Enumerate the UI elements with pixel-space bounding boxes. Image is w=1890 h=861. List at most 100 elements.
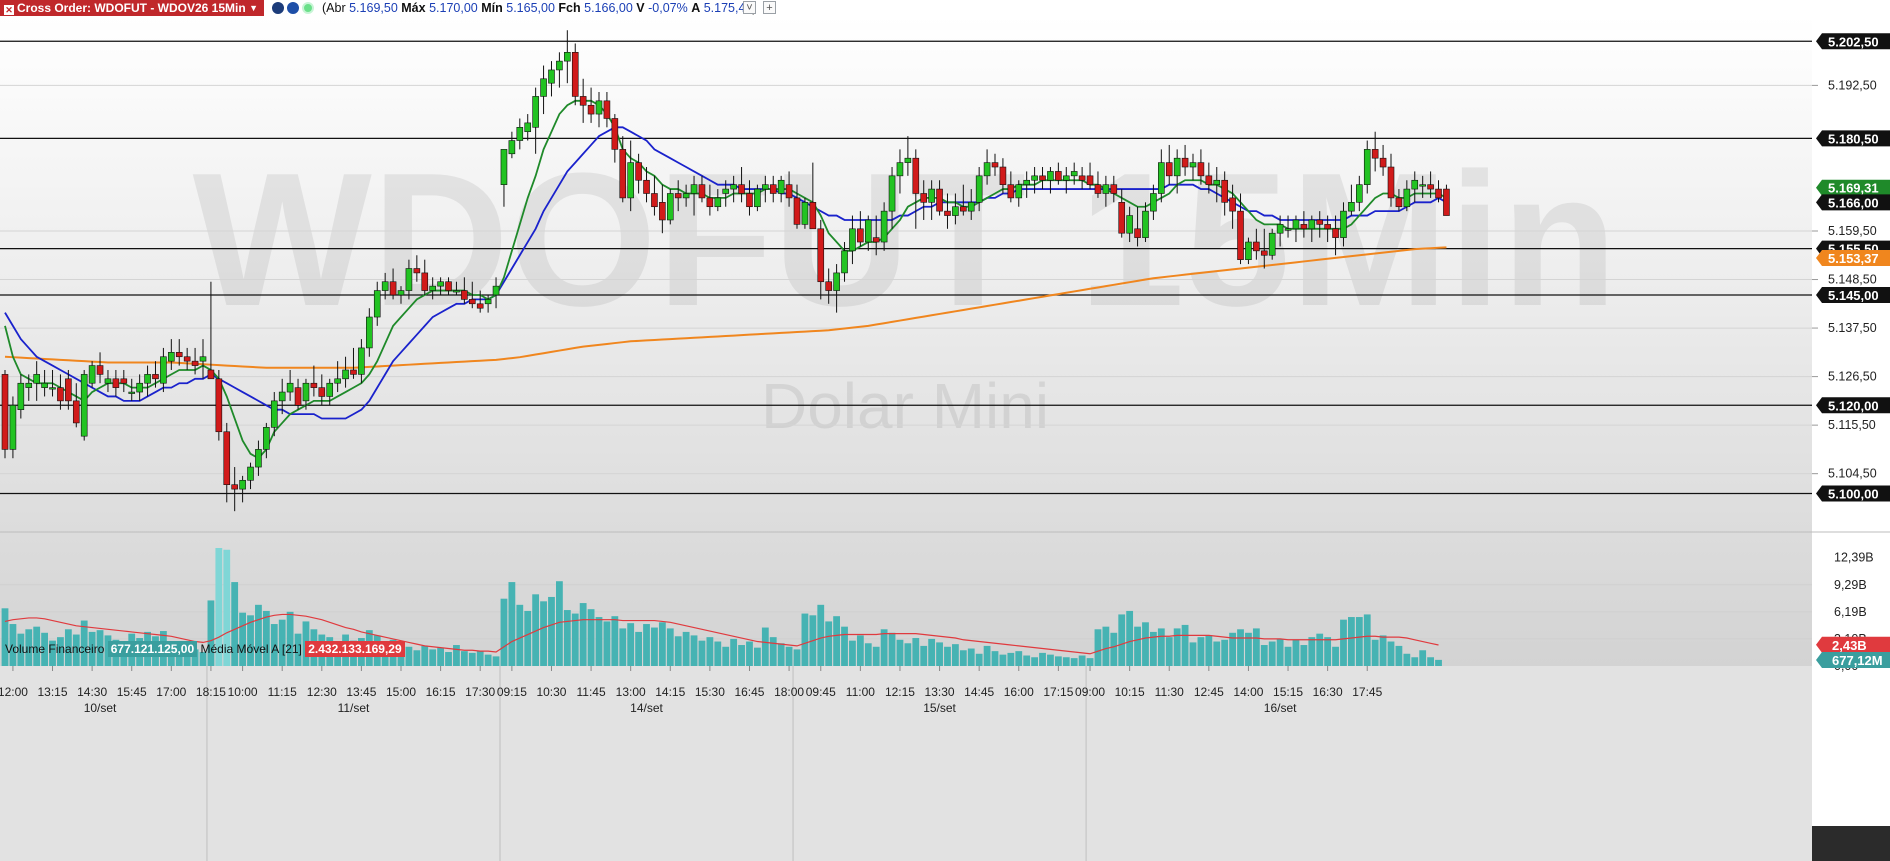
candle-body (1395, 197, 1403, 208)
candle-body (595, 100, 603, 115)
candle-body (191, 360, 199, 366)
volume-bar (714, 641, 722, 666)
candle-body (1110, 184, 1118, 194)
candle-body (1316, 219, 1324, 225)
volume-bar (880, 629, 888, 666)
candle-body (1007, 184, 1015, 199)
candle-body (841, 250, 848, 274)
volume-bar (888, 632, 896, 666)
candle-body (587, 104, 595, 115)
volume-bar (548, 596, 555, 666)
candle-body (1308, 219, 1316, 230)
candle-body (286, 382, 294, 393)
volume-bar (856, 635, 864, 666)
candle-body (247, 466, 254, 481)
candle-body (1094, 184, 1102, 194)
candle-body (461, 290, 468, 300)
candle-body (1, 374, 9, 450)
candle-body (144, 374, 151, 384)
watermark-name: Dolar Mini (761, 370, 1049, 442)
volume-bar (1126, 610, 1134, 666)
candle-body (1419, 184, 1426, 187)
candle-body (445, 281, 452, 291)
date-label: 15/set (923, 701, 956, 715)
volume-legend: Volume Financeiro 677.121.125,00 Média M… (5, 641, 405, 657)
candle-body (350, 369, 357, 375)
candle-body (342, 369, 349, 380)
candle-body (817, 228, 825, 283)
time-tick-label: 14:30 (77, 685, 107, 699)
candle-body (1403, 188, 1411, 208)
candle-body (263, 427, 270, 450)
volume-bar (658, 622, 666, 666)
candle-body (1229, 197, 1236, 212)
volume-bar (1205, 635, 1213, 666)
candle-body (1411, 179, 1419, 190)
time-tick-label: 13:30 (925, 685, 955, 699)
volume-bar (817, 604, 825, 666)
candle-body (912, 157, 920, 194)
volume-bar (1054, 656, 1062, 666)
volume-ma-badge: 2.432.133.169,29 (305, 641, 405, 657)
volume-bar (262, 610, 270, 666)
volume-bar (1023, 655, 1031, 666)
volume-bar (460, 651, 468, 666)
volume-bar (1134, 626, 1141, 666)
time-tick-label: 17:30 (465, 685, 495, 699)
candle-body (421, 272, 429, 291)
volume-bar (991, 651, 999, 666)
candle-body (1181, 157, 1189, 168)
volume-bar (1324, 637, 1332, 666)
candle-body (1268, 232, 1276, 256)
volume-bar (833, 616, 840, 666)
candle-body (936, 188, 943, 212)
candle-body (540, 78, 547, 97)
volume-bar (1078, 655, 1086, 666)
volume-bar (682, 631, 690, 666)
volume-bar (769, 637, 777, 666)
volume-bar (841, 626, 848, 666)
volume-bar (627, 623, 635, 666)
candle-body (888, 175, 896, 212)
volume-bar (872, 646, 880, 666)
volume-bar (1340, 619, 1347, 666)
candle-body (666, 193, 674, 221)
candle-body (1387, 166, 1395, 199)
candle-body (548, 69, 555, 84)
candle-body (373, 290, 381, 318)
candle-body (1197, 162, 1205, 177)
candle-body (1150, 193, 1157, 212)
candle (666, 189, 674, 225)
price-tag-label: 5.169,31 (1828, 181, 1879, 196)
volume-bar (761, 627, 769, 666)
candle-body (579, 96, 587, 106)
candle-body (215, 378, 223, 433)
candle-body (310, 382, 318, 388)
candle-body (175, 352, 183, 358)
volume-bar (1031, 657, 1038, 666)
candle-body (627, 162, 634, 199)
price-level-label: 5.202,50 (1828, 34, 1879, 49)
time-tick-label: 15:45 (117, 685, 147, 699)
volume-bar (1387, 641, 1395, 666)
candle-body (722, 188, 730, 194)
candle-body (65, 378, 72, 402)
volume-bar (864, 643, 872, 666)
time-tick-label: 13:45 (346, 685, 376, 699)
volume-bar (516, 604, 524, 666)
candle-body (112, 378, 120, 388)
time-tick-label: 11:45 (577, 685, 606, 699)
candle-body (1055, 171, 1062, 181)
candle-body (825, 281, 832, 291)
date-label: 14/set (630, 701, 663, 715)
volume-bar (1181, 624, 1189, 666)
volume-bar (1007, 652, 1015, 666)
price-volume-chart[interactable]: WDOFUT 15Min Dolar Mini 5.192,50 5.159,50 5.… (0, 0, 1890, 861)
time-tick-label: 10:15 (1115, 685, 1145, 699)
candle-body (991, 162, 999, 168)
candle-body (960, 206, 967, 212)
volume-bar (928, 638, 936, 666)
time-tick-label: 14:45 (964, 685, 994, 699)
volume-ma-label: Média Móvel A [21] (200, 642, 302, 656)
candle-body (1427, 184, 1434, 190)
